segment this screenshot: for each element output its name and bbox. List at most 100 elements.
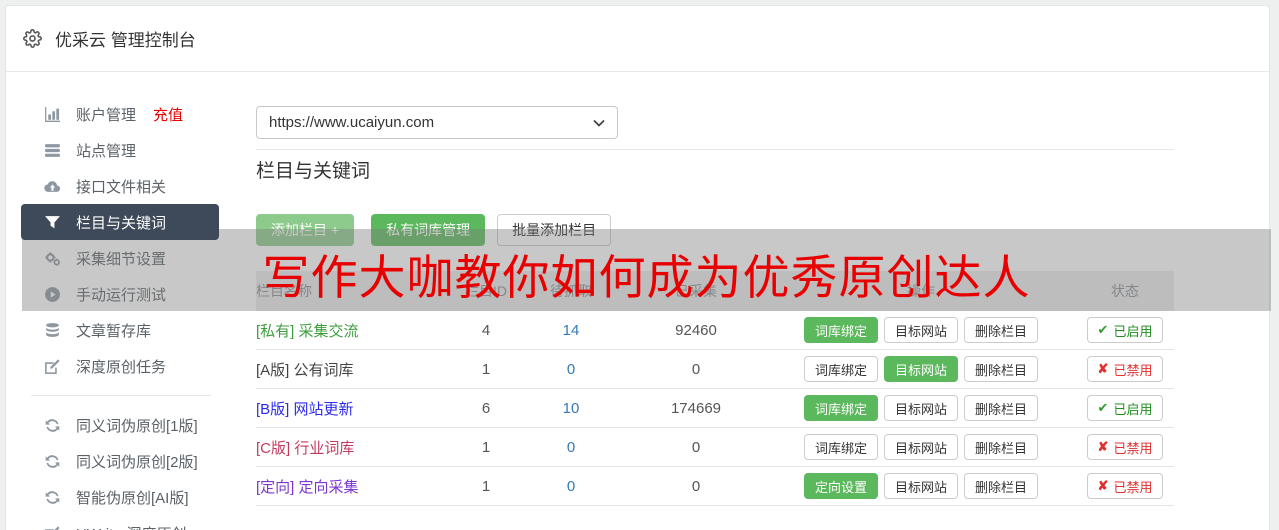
- status-toggle-button[interactable]: ✔ 已启用: [1087, 317, 1164, 343]
- delete-column-button[interactable]: 删除栏目: [964, 473, 1038, 499]
- sidebar-item-interface-files[interactable]: 接口文件相关: [21, 168, 219, 204]
- sidebar-item-label: 站点管理: [76, 140, 136, 161]
- pending-count-link[interactable]: 10: [516, 400, 626, 417]
- sidebar-divider: [31, 395, 211, 396]
- sidebar-item-article-buffer[interactable]: 文章暂存库: [21, 312, 219, 348]
- top-bar: 优采云 管理控制台: [6, 6, 1269, 72]
- status-toggle-button[interactable]: ✘ 已禁用: [1087, 473, 1164, 499]
- gear-icon: [23, 29, 42, 48]
- row-actions: 定向设置 目标网站 删除栏目: [766, 473, 1076, 499]
- status-label: 已启用: [1113, 399, 1152, 418]
- refresh-icon: [44, 489, 61, 506]
- sidebar-item-label: 栏目与关键词: [76, 212, 166, 233]
- sidebar-item-uwriter[interactable]: UWriter深度原创: [21, 515, 219, 530]
- sidebar-item-label: UWriter深度原创: [76, 523, 187, 530]
- recharge-badge[interactable]: 充值: [153, 104, 183, 125]
- sidebar-item-columns-keywords[interactable]: 栏目与关键词: [21, 204, 219, 240]
- row-actions: 词库绑定 目标网站 删除栏目: [766, 434, 1076, 460]
- sidebar-item-ai-rewrite[interactable]: 智能伪原创[AI版]: [21, 479, 219, 515]
- table-row: [私有] 采集交流 4 14 92460 词库绑定 目标网站 删除栏目 ✔ 已启…: [256, 311, 1174, 350]
- check-icon: ✔: [1098, 400, 1109, 416]
- app-window: 优采云 管理控制台 账户管理 充值 站点管理: [5, 5, 1270, 530]
- target-site-button[interactable]: 目标网站: [884, 356, 958, 382]
- row-actions: 词库绑定 目标网站 删除栏目: [766, 317, 1076, 343]
- collected-count: 0: [626, 361, 766, 378]
- table-row: [定向] 定向采集 1 0 0 定向设置 目标网站 删除栏目 ✘ 已禁用: [256, 467, 1174, 506]
- sidebar-item-label: 账户管理: [76, 104, 136, 125]
- sidebar-item-label: 接口文件相关: [76, 176, 166, 197]
- column-name-link[interactable]: [私有] 采集交流: [256, 320, 456, 341]
- site-select[interactable]: https://www.ucaiyun.com: [256, 106, 618, 139]
- status-toggle-button[interactable]: ✘ 已禁用: [1087, 434, 1164, 460]
- lexicon-bind-button[interactable]: 词库绑定: [804, 356, 878, 382]
- status-label: 已禁用: [1113, 438, 1152, 457]
- status-label: 已禁用: [1113, 360, 1152, 379]
- pending-count-link[interactable]: 14: [516, 322, 626, 339]
- cross-icon: ✘: [1098, 478, 1109, 494]
- lexicon-bind-button[interactable]: 词库绑定: [804, 317, 878, 343]
- app-title: 优采云 管理控制台: [55, 26, 196, 51]
- sidebar-item-deep-original[interactable]: 深度原创任务: [21, 348, 219, 384]
- filter-icon: [44, 214, 61, 231]
- cross-icon: ✘: [1098, 439, 1109, 455]
- bar-chart-icon: [44, 106, 61, 123]
- column-id: 1: [456, 478, 516, 495]
- chevron-down-icon: [593, 119, 605, 127]
- target-site-button[interactable]: 目标网站: [884, 395, 958, 421]
- target-site-button[interactable]: 目标网站: [884, 434, 958, 460]
- cross-icon: ✘: [1098, 361, 1109, 377]
- delete-column-button[interactable]: 删除栏目: [964, 356, 1038, 382]
- sidebar-item-synonym-v2[interactable]: 同义词伪原创[2版]: [21, 443, 219, 479]
- column-name-link[interactable]: [B版] 网站更新: [256, 398, 456, 419]
- lexicon-bind-button[interactable]: 词库绑定: [804, 434, 878, 460]
- edit-icon: [44, 358, 61, 375]
- status-label: 已启用: [1113, 321, 1152, 340]
- delete-column-button[interactable]: 删除栏目: [964, 395, 1038, 421]
- refresh-icon: [44, 453, 61, 470]
- column-id: 6: [456, 400, 516, 417]
- sidebar-item-sites[interactable]: 站点管理: [21, 132, 219, 168]
- target-site-button[interactable]: 目标网站: [884, 473, 958, 499]
- collected-count: 0: [626, 439, 766, 456]
- column-id: 1: [456, 361, 516, 378]
- sidebar-item-label: 深度原创任务: [76, 356, 166, 377]
- sidebar-item-label: 文章暂存库: [76, 320, 151, 341]
- column-name-link[interactable]: [A版] 公有词库: [256, 359, 456, 380]
- watermark-text: 写作大咖教你如何成为优秀原创达人: [263, 233, 1031, 308]
- pending-count-link[interactable]: 0: [516, 439, 626, 456]
- column-name-link[interactable]: [定向] 定向采集: [256, 476, 456, 497]
- table-row: [A版] 公有词库 1 0 0 词库绑定 目标网站 删除栏目 ✘ 已禁用: [256, 350, 1174, 389]
- status-label: 已禁用: [1113, 477, 1152, 496]
- delete-column-button[interactable]: 删除栏目: [964, 317, 1038, 343]
- sidebar-item-account[interactable]: 账户管理 充值: [21, 96, 219, 132]
- status-toggle-button[interactable]: ✔ 已启用: [1087, 395, 1164, 421]
- column-name-link[interactable]: [C版] 行业词库: [256, 437, 456, 458]
- cloud-upload-icon: [44, 178, 61, 195]
- column-id: 1: [456, 439, 516, 456]
- status-toggle-button[interactable]: ✘ 已禁用: [1087, 356, 1164, 382]
- collected-count: 0: [626, 478, 766, 495]
- list-icon: [44, 142, 61, 159]
- sidebar: 账户管理 充值 站点管理 接口文件相关 栏目与关键词: [21, 96, 219, 530]
- row-actions: 词库绑定 目标网站 删除栏目: [766, 356, 1076, 382]
- collected-count: 174669: [626, 400, 766, 417]
- sidebar-item-synonym-v1[interactable]: 同义词伪原创[1版]: [21, 407, 219, 443]
- table-row: [B版] 网站更新 6 10 174669 词库绑定 目标网站 删除栏目 ✔ 已…: [256, 389, 1174, 428]
- column-id: 4: [456, 322, 516, 339]
- check-icon: ✔: [1098, 322, 1109, 338]
- edit-icon: [44, 525, 61, 530]
- delete-column-button[interactable]: 删除栏目: [964, 434, 1038, 460]
- pending-count-link[interactable]: 0: [516, 361, 626, 378]
- refresh-icon: [44, 417, 61, 434]
- pending-count-link[interactable]: 0: [516, 478, 626, 495]
- sidebar-item-label: 智能伪原创[AI版]: [76, 487, 189, 508]
- lexicon-bind-button[interactable]: 词库绑定: [804, 395, 878, 421]
- directional-setup-button[interactable]: 定向设置: [804, 473, 878, 499]
- site-select-value: https://www.ucaiyun.com: [269, 114, 593, 131]
- watermark-band: 写作大咖教你如何成为优秀原创达人: [22, 229, 1271, 311]
- row-actions: 词库绑定 目标网站 删除栏目: [766, 395, 1076, 421]
- collected-count: 92460: [626, 322, 766, 339]
- sidebar-item-label: 同义词伪原创[1版]: [76, 415, 198, 436]
- page-title: 栏目与关键词: [256, 156, 370, 183]
- target-site-button[interactable]: 目标网站: [884, 317, 958, 343]
